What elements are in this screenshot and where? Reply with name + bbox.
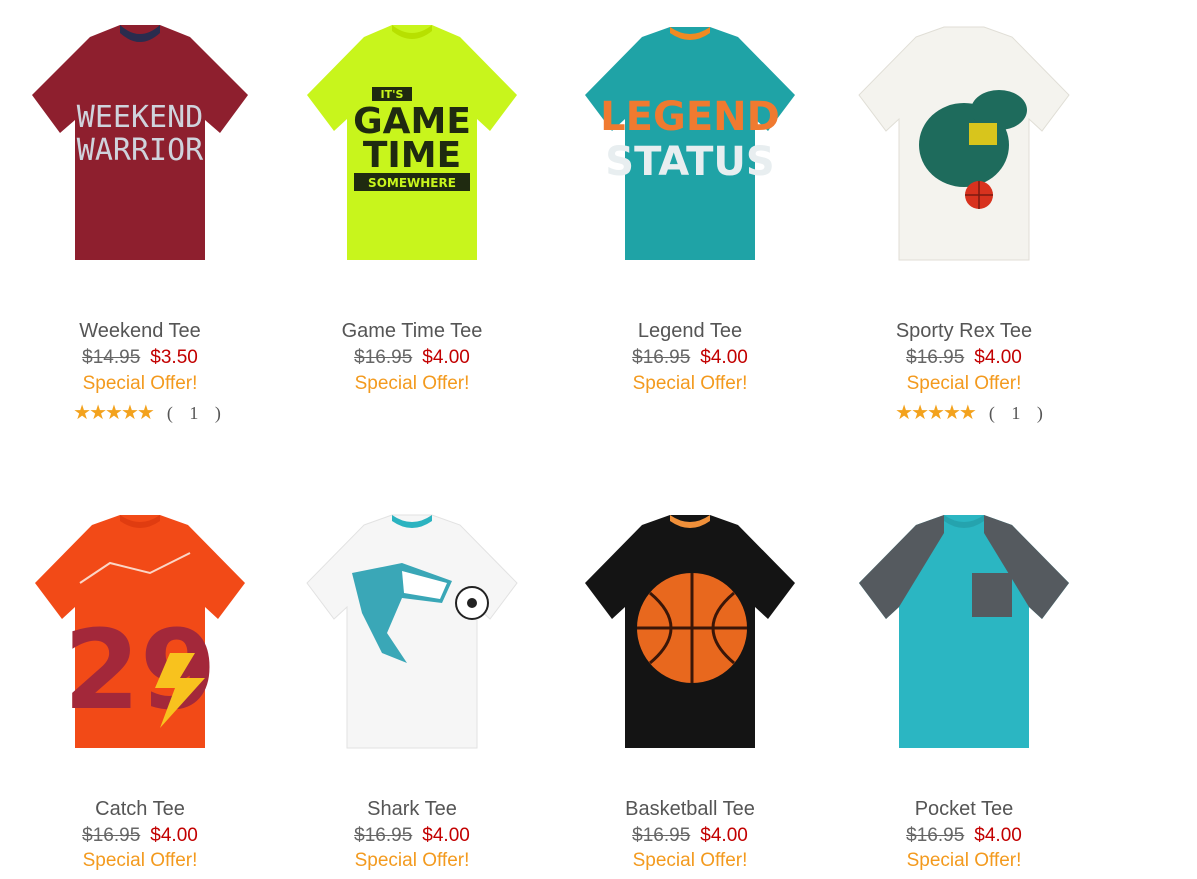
original-price: $14.95 bbox=[82, 347, 141, 368]
star-rating-icon: ★★★★★ bbox=[895, 402, 977, 424]
tee-graphic-text: 29 bbox=[63, 606, 216, 734]
rating[interactable]: ★★★★★ ( 1 ) bbox=[13, 400, 287, 425]
tee-graphic-text: TIME bbox=[363, 135, 461, 176]
product-name[interactable]: Shark Tee bbox=[275, 798, 549, 821]
review-count: ( 1 ) bbox=[988, 403, 1049, 423]
original-price: $16.95 bbox=[354, 825, 413, 846]
sale-price: $3.50 bbox=[150, 347, 198, 368]
product-name[interactable]: Game Time Tee bbox=[275, 320, 549, 343]
special-offer-link[interactable]: Special Offer! bbox=[3, 850, 277, 872]
sale-price: $4.00 bbox=[700, 347, 748, 368]
original-price: $16.95 bbox=[632, 347, 691, 368]
sale-price: $4.00 bbox=[974, 825, 1022, 846]
original-price: $16.95 bbox=[906, 825, 965, 846]
review-count: ( 1 ) bbox=[166, 403, 227, 423]
rating[interactable]: ★★★★★ ( 1 ) bbox=[835, 400, 1109, 425]
price-row: $16.95 $4.00 bbox=[827, 825, 1101, 847]
special-offer-link[interactable]: Special Offer! bbox=[275, 373, 549, 395]
legend-status-tee-image[interactable]: LEGEND STATUS bbox=[553, 0, 827, 280]
special-offer-link[interactable]: Special Offer! bbox=[827, 373, 1101, 395]
price-row: $16.95 $4.00 bbox=[553, 347, 827, 369]
weekend-warrior-tee-image[interactable]: WEEKEND WARRIOR bbox=[3, 0, 277, 280]
special-offer-link[interactable]: Special Offer! bbox=[275, 850, 549, 872]
product-name[interactable]: Sporty Rex Tee bbox=[827, 320, 1101, 343]
original-price: $16.95 bbox=[906, 347, 965, 368]
original-price: $16.95 bbox=[82, 825, 141, 846]
price-row: $16.95 $4.00 bbox=[553, 825, 827, 847]
special-offer-link[interactable]: Special Offer! bbox=[553, 373, 827, 395]
original-price: $16.95 bbox=[354, 347, 413, 368]
dinosaur-basketball-tee-image[interactable] bbox=[827, 0, 1101, 280]
price-row: $16.95 $4.00 bbox=[275, 825, 549, 847]
special-offer-link[interactable]: Special Offer! bbox=[3, 373, 277, 395]
sale-price: $4.00 bbox=[974, 347, 1022, 368]
tee-graphic-text: STATUS bbox=[605, 139, 774, 185]
product-name[interactable]: Pocket Tee bbox=[827, 798, 1101, 821]
football-catch-tee-image[interactable]: 29 bbox=[3, 488, 277, 768]
product-name[interactable]: Catch Tee bbox=[3, 798, 277, 821]
product-grid: WEEKEND WARRIOR Weekend Tee $14.95 $3.50 … bbox=[0, 0, 1197, 879]
sale-price: $4.00 bbox=[150, 825, 198, 846]
tee-graphic-text: WARRIOR bbox=[77, 133, 204, 168]
sale-price: $4.00 bbox=[700, 825, 748, 846]
star-rating-icon: ★★★★★ bbox=[73, 402, 155, 424]
tee-graphic-text: SOMEWHERE bbox=[368, 176, 456, 190]
price-row: $16.95 $4.00 bbox=[3, 825, 277, 847]
price-row: $16.95 $4.00 bbox=[275, 347, 549, 369]
product-name[interactable]: Legend Tee bbox=[553, 320, 827, 343]
special-offer-link[interactable]: Special Offer! bbox=[827, 850, 1101, 872]
sale-price: $4.00 bbox=[422, 825, 470, 846]
original-price: $16.95 bbox=[632, 825, 691, 846]
tee-graphic-text: WEEKEND bbox=[77, 100, 203, 135]
special-offer-link[interactable]: Special Offer! bbox=[553, 850, 827, 872]
price-row: $16.95 $4.00 bbox=[827, 347, 1101, 369]
basketball-tee-image[interactable] bbox=[553, 488, 827, 768]
product-name[interactable]: Weekend Tee bbox=[3, 320, 277, 343]
pocket-tee-image[interactable] bbox=[827, 488, 1101, 768]
game-time-tee-image[interactable]: IT'S GAME TIME SOMEWHERE bbox=[275, 0, 549, 280]
shark-soccer-tee-image[interactable] bbox=[275, 488, 549, 768]
sale-price: $4.00 bbox=[422, 347, 470, 368]
tee-graphic-text: LEGEND bbox=[600, 94, 780, 140]
price-row: $14.95 $3.50 bbox=[3, 347, 277, 369]
tee-graphic-text: IT'S bbox=[381, 88, 404, 101]
product-name[interactable]: Basketball Tee bbox=[553, 798, 827, 821]
